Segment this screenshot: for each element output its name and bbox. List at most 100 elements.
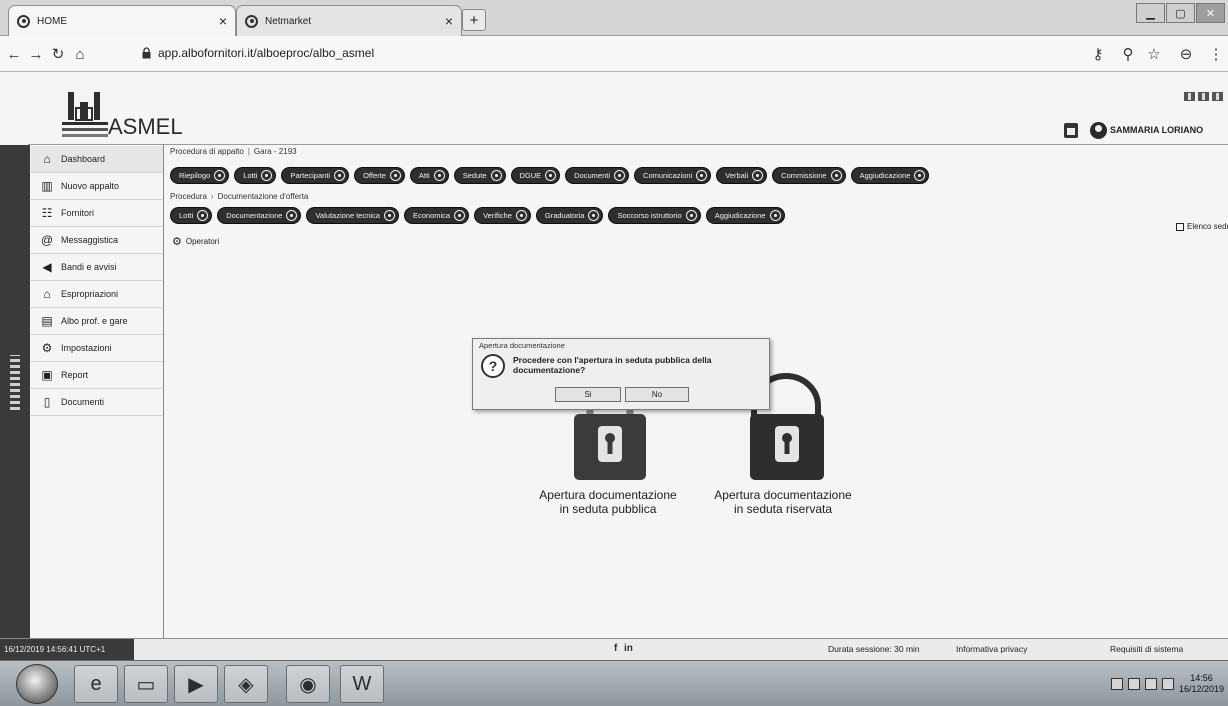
toolbar-pill[interactable]: Aggiudicazione xyxy=(705,207,785,224)
reload-icon: ↻ xyxy=(51,46,65,63)
file-explorer-icon[interactable]: ▭ xyxy=(124,665,168,703)
media-player-icon[interactable]: ▶ xyxy=(174,665,218,703)
back-button[interactable]: ← xyxy=(4,44,24,64)
close-icon[interactable]: × xyxy=(445,13,453,29)
sidebar-item-albo[interactable]: ▤ Albo prof. e gare xyxy=(31,308,163,335)
close-window-button[interactable]: ✕ xyxy=(1196,3,1225,23)
toolbar-pill[interactable]: Atti xyxy=(409,167,449,184)
breadcrumb-item: Documentazione d'offerta xyxy=(217,192,309,201)
sidebar-item-documenti[interactable]: ▯ Documenti xyxy=(31,389,163,416)
breadcrumb-item[interactable]: Gara - 2193 xyxy=(254,147,297,156)
network-icon[interactable] xyxy=(1110,678,1123,690)
breadcrumb: Procedura di appalto | Gara - 2193 xyxy=(170,147,297,156)
toolbar-pill[interactable]: Offerte xyxy=(354,167,405,184)
monitor-icon: ▣ xyxy=(41,368,53,382)
sidebar-strip-marks xyxy=(10,355,20,410)
user-name[interactable]: SAMMARIA LORIANO xyxy=(1110,125,1228,135)
star-icon[interactable]: ☆ xyxy=(1144,44,1164,64)
toolbar-pill[interactable]: Sedute xyxy=(453,167,506,184)
toolbar-pill[interactable]: Valutazione tecnica xyxy=(306,207,399,224)
toolbar-pill[interactable]: Documentazione xyxy=(217,207,302,224)
linkedin-icon[interactable]: in xyxy=(624,643,633,654)
forward-button[interactable]: → xyxy=(26,44,46,64)
toolbar-pill[interactable]: Lotti xyxy=(170,207,213,224)
toolbar-pill[interactable]: Commissione xyxy=(772,167,846,184)
sidebar-item-espropriazioni[interactable]: ⌂ Espropriazioni xyxy=(31,281,163,308)
circle-arrow-icon xyxy=(914,170,926,181)
flag-en-icon[interactable] xyxy=(1198,92,1209,101)
flag-other-icon[interactable] xyxy=(1212,92,1223,101)
key-icon[interactable]: ⚷ xyxy=(1088,44,1108,64)
home-button[interactable]: ⌂ xyxy=(70,44,90,64)
yes-button[interactable]: Si xyxy=(555,387,621,402)
url-field[interactable]: app.albofornitori.it/alboeproc/albo_asme… xyxy=(158,46,374,60)
sub-breadcrumb: Procedura › Documentazione d'offerta xyxy=(170,192,308,201)
no-button[interactable]: No xyxy=(625,387,689,402)
list-box-icon xyxy=(1176,222,1184,231)
pill-label: Soccorso istruttorio xyxy=(617,211,682,220)
open-public-session-label[interactable]: Apertura documentazione in seduta pubbli… xyxy=(538,488,678,516)
toolbar-pill[interactable]: Partecipanti xyxy=(281,167,350,184)
privacy-link[interactable]: Informativa privacy xyxy=(956,644,1027,654)
toolbar-pill[interactable]: Verifiche xyxy=(474,207,531,224)
chrome-icon[interactable]: ◉ xyxy=(286,665,330,703)
operatori-link[interactable]: ⚙ Operatori xyxy=(172,235,219,248)
tab-title: HOME xyxy=(37,15,67,27)
circle-arrow-icon xyxy=(830,170,842,181)
home-icon: ⌂ xyxy=(75,45,85,63)
sidebar-item-nuovo-appalto[interactable]: ▥ Nuovo appalto xyxy=(31,173,163,200)
sidebar-item-impostazioni[interactable]: ⚙ Impostazioni xyxy=(31,335,163,362)
pill-label: Graduatoria xyxy=(544,211,585,220)
new-tab-button[interactable]: + xyxy=(462,9,486,31)
toolbar-pill[interactable]: Graduatoria xyxy=(535,207,604,224)
sidebar-item-messaggistica[interactable]: @ Messaggistica xyxy=(31,227,163,254)
start-orb-icon[interactable] xyxy=(16,664,58,704)
circle-arrow-icon xyxy=(261,170,273,181)
page-footer: 16/12/2019 14:56:41 UTC+1 f in Durata se… xyxy=(0,638,1228,660)
maximize-button[interactable]: ▢ xyxy=(1166,3,1195,23)
toolbar-pill[interactable]: Verbali xyxy=(716,167,768,184)
toolbar-pill[interactable]: Soccorso istruttorio xyxy=(608,207,701,224)
circle-arrow-icon xyxy=(433,170,445,181)
toolbar-pill[interactable]: Documenti xyxy=(565,167,630,184)
breadcrumb-item[interactable]: Procedura di appalto xyxy=(170,147,244,156)
app-icon[interactable]: ◈ xyxy=(224,665,268,703)
battery-icon[interactable] xyxy=(1161,678,1174,690)
sidebar-item-dashboard[interactable]: ⌂ Dashboard xyxy=(31,146,163,173)
volume-icon[interactable] xyxy=(1144,678,1157,690)
pill-label: Verifiche xyxy=(483,211,512,220)
toolbar-pill[interactable]: Economica xyxy=(403,207,470,224)
flag-it-icon[interactable] xyxy=(1184,92,1195,101)
sidebar-item-bandi[interactable]: ◀ Bandi e avvisi xyxy=(31,254,163,281)
clock[interactable]: 14:56 16/12/2019 xyxy=(1179,673,1224,695)
circle-arrow-icon xyxy=(197,210,209,221)
sidebar-item-label: Impostazioni xyxy=(61,343,112,353)
menu-icon[interactable]: ⋮ xyxy=(1206,44,1226,64)
reload-button[interactable]: ↻ xyxy=(48,44,68,64)
browser-tab-home[interactable]: HOME × xyxy=(8,5,236,36)
circle-arrow-icon xyxy=(454,210,466,221)
word-icon[interactable]: W xyxy=(340,665,384,703)
sidebar-item-report[interactable]: ▣ Report xyxy=(31,362,163,389)
calendar-icon[interactable] xyxy=(1064,123,1078,138)
sidebar-item-fornitori[interactable]: ☷ Fornitori xyxy=(31,200,163,227)
breadcrumb-item[interactable]: Procedura xyxy=(170,192,207,201)
search-icon[interactable]: ⚲ xyxy=(1118,44,1138,64)
close-icon[interactable]: × xyxy=(219,13,227,29)
browser-tab-netmarket[interactable]: Netmarket × xyxy=(236,5,462,36)
toolbar-pill[interactable]: Comunicazioni xyxy=(634,167,712,184)
toolbar-pill[interactable]: Lotti xyxy=(234,167,277,184)
elenco-sedute-label: Elenco sedute xyxy=(1187,222,1228,231)
system-requirements-link[interactable]: Requisiti di sistema xyxy=(1110,644,1183,654)
account-icon[interactable]: ⊖ xyxy=(1176,44,1196,64)
flag-icon[interactable] xyxy=(1127,678,1140,690)
toolbar-pill[interactable]: DGUE xyxy=(510,167,561,184)
elenco-sedute-link[interactable]: Elenco sedute xyxy=(1176,222,1228,231)
minimize-button[interactable]: ▁ xyxy=(1136,3,1165,23)
facebook-icon[interactable]: f xyxy=(614,643,617,654)
toolbar-pill[interactable]: Riepilogo xyxy=(170,167,230,184)
internet-explorer-icon[interactable]: e xyxy=(74,665,118,703)
user-icon[interactable] xyxy=(1090,122,1107,139)
toolbar-pill[interactable]: Aggiudicazione xyxy=(850,167,930,184)
open-reserved-session-label[interactable]: Apertura documentazione in seduta riserv… xyxy=(713,488,853,516)
